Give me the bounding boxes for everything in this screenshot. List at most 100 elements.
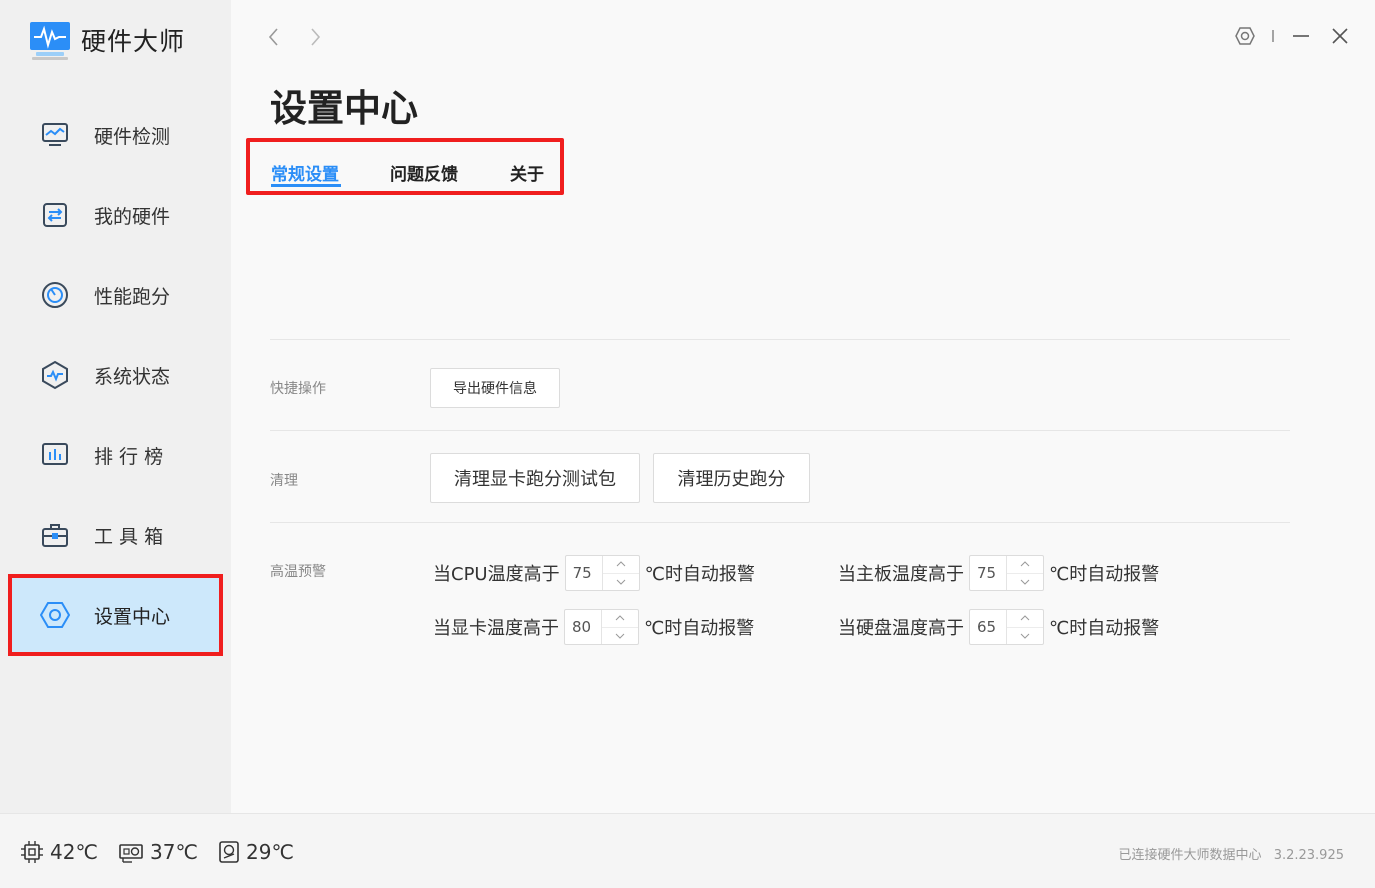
minimize-button[interactable] bbox=[1289, 24, 1313, 48]
sidebar-item-label: 工 具 箱 bbox=[94, 525, 164, 548]
sidebar-item-my-hardware[interactable]: 我的硬件 bbox=[12, 178, 219, 252]
disk-temp-status: 29℃ bbox=[218, 840, 294, 864]
disk-temp-warning: 当硬盘温度高于 65 ℃时自动报警 bbox=[838, 609, 1159, 645]
minimize-icon bbox=[1293, 35, 1309, 37]
title-divider bbox=[1261, 24, 1285, 48]
cpu-chip-icon bbox=[21, 841, 43, 863]
toolbox-icon bbox=[40, 520, 70, 550]
increment-button[interactable] bbox=[602, 556, 639, 574]
chevron-up-icon bbox=[615, 615, 625, 621]
graphics-card-icon bbox=[119, 844, 143, 863]
increment-button[interactable] bbox=[1007, 610, 1043, 628]
sidebar-item-label: 我的硬件 bbox=[94, 205, 171, 228]
hardware-board-icon bbox=[40, 200, 70, 230]
forward-button[interactable] bbox=[306, 26, 324, 48]
disk-temp-value[interactable]: 65 bbox=[970, 610, 1007, 644]
board-warning-suffix: ℃时自动报警 bbox=[1049, 564, 1160, 585]
decrement-button[interactable] bbox=[1007, 628, 1043, 645]
sidebar-item-hardware-detect[interactable]: 硬件检测 bbox=[12, 98, 219, 172]
board-temp-warning: 当主板温度高于 75 ℃时自动报警 bbox=[838, 555, 1159, 591]
active-tab-indicator bbox=[271, 184, 341, 187]
gpu-temp-stepper[interactable]: 80 bbox=[564, 609, 639, 645]
sidebar: 硬件大师 硬件检测 我的硬件 性能跑分 系统状态 排 行 榜 工 具 箱 设置中… bbox=[0, 0, 231, 813]
sidebar-item-settings[interactable]: 设置中心 bbox=[8, 574, 223, 656]
cpu-temp-stepper[interactable]: 75 bbox=[564, 555, 640, 591]
chevron-down-icon bbox=[1020, 633, 1030, 639]
disk-warning-suffix: ℃时自动报警 bbox=[1049, 618, 1160, 639]
chevron-down-icon bbox=[615, 633, 625, 639]
cpu-temp-warning: 当CPU温度高于 75 ℃时自动报警 bbox=[433, 555, 755, 591]
chevron-up-icon bbox=[616, 561, 625, 567]
cleanup-label: 清理 bbox=[270, 473, 298, 489]
sidebar-item-ranking[interactable]: 排 行 榜 bbox=[12, 418, 219, 492]
sidebar-item-benchmark[interactable]: 性能跑分 bbox=[12, 258, 219, 332]
gpu-warning-suffix: ℃时自动报警 bbox=[644, 618, 755, 639]
gear-icon bbox=[1235, 27, 1255, 45]
sidebar-item-toolbox[interactable]: 工 具 箱 bbox=[12, 498, 219, 572]
hexagon-pulse-icon bbox=[40, 360, 70, 390]
app-logo: 硬件大师 bbox=[28, 18, 185, 62]
decrement-button[interactable] bbox=[603, 574, 639, 591]
increment-button[interactable] bbox=[1007, 556, 1043, 574]
sidebar-item-label: 设置中心 bbox=[94, 605, 171, 628]
version-text: 3.2.23.925 bbox=[1273, 848, 1344, 863]
decrement-button[interactable] bbox=[602, 628, 638, 645]
app-logo-icon bbox=[30, 22, 70, 60]
chevron-up-icon bbox=[1020, 615, 1030, 621]
settings-tabs: 常规设置 问题反馈 关于 bbox=[246, 138, 564, 195]
monitor-chart-icon bbox=[40, 120, 70, 150]
decrement-button[interactable] bbox=[1007, 574, 1043, 591]
app-title: 硬件大师 bbox=[81, 27, 186, 56]
sidebar-item-system-status[interactable]: 系统状态 bbox=[12, 338, 219, 412]
connection-text: 已连接硬件大师数据中心 bbox=[1118, 848, 1262, 863]
cpu-warning-prefix: 当CPU温度高于 bbox=[433, 564, 560, 585]
clear-gpu-benchmark-package-button[interactable]: 清理显卡跑分测试包 bbox=[430, 453, 640, 503]
disk-temp-stepper[interactable]: 65 bbox=[969, 609, 1044, 645]
chevron-left-icon bbox=[268, 28, 278, 46]
export-hardware-info-button[interactable]: 导出硬件信息 bbox=[430, 368, 560, 408]
speedometer-icon bbox=[40, 280, 70, 310]
sidebar-item-label: 硬件检测 bbox=[94, 125, 171, 148]
close-button[interactable] bbox=[1328, 24, 1352, 48]
back-button[interactable] bbox=[265, 26, 283, 48]
settings-hexagon-icon bbox=[40, 600, 70, 630]
tab-feedback[interactable]: 问题反馈 bbox=[390, 160, 458, 185]
gpu-warning-prefix: 当显卡温度高于 bbox=[433, 618, 559, 639]
cpu-warning-suffix: ℃时自动报警 bbox=[644, 564, 755, 585]
chevron-right-icon bbox=[311, 28, 321, 46]
section-divider bbox=[270, 522, 1290, 523]
chevron-down-icon bbox=[1020, 579, 1030, 585]
board-warning-prefix: 当主板温度高于 bbox=[838, 564, 964, 585]
section-divider bbox=[270, 430, 1290, 431]
gpu-temp-status: 37℃ bbox=[118, 840, 198, 864]
sidebar-item-label: 排 行 榜 bbox=[94, 445, 164, 468]
hard-disk-icon bbox=[219, 841, 239, 863]
high-temp-warning-label: 高温预警 bbox=[270, 564, 326, 580]
status-bar: 42℃ 37℃ 29℃ 已连接硬件大师数据中心 3.2.23.925 bbox=[0, 813, 1375, 888]
sidebar-item-label: 性能跑分 bbox=[94, 285, 171, 308]
tab-about[interactable]: 关于 bbox=[510, 160, 544, 185]
clear-history-scores-button[interactable]: 清理历史跑分 bbox=[653, 453, 810, 503]
cpu-temp-value[interactable]: 75 bbox=[566, 556, 603, 590]
connection-status: 已连接硬件大师数据中心 3.2.23.925 bbox=[1119, 844, 1344, 863]
tab-general-settings[interactable]: 常规设置 bbox=[271, 160, 339, 185]
sidebar-item-label: 系统状态 bbox=[94, 365, 171, 388]
bar-ranking-icon bbox=[40, 440, 70, 470]
gpu-temp-value[interactable]: 80 bbox=[565, 610, 602, 644]
disk-warning-prefix: 当硬盘温度高于 bbox=[838, 618, 964, 639]
page-title: 设置中心 bbox=[270, 87, 418, 130]
cpu-temp-readout: 42℃ bbox=[50, 840, 98, 864]
chevron-up-icon bbox=[1020, 561, 1030, 567]
chevron-down-icon bbox=[616, 579, 625, 585]
gpu-temp-readout: 37℃ bbox=[150, 840, 198, 864]
section-divider bbox=[270, 339, 1290, 340]
increment-button[interactable] bbox=[602, 610, 638, 628]
gpu-temp-warning: 当显卡温度高于 80 ℃时自动报警 bbox=[433, 609, 754, 645]
cpu-temp-status: 42℃ bbox=[20, 840, 98, 864]
disk-temp-readout: 29℃ bbox=[246, 840, 294, 864]
board-temp-value[interactable]: 75 bbox=[970, 556, 1007, 590]
board-temp-stepper[interactable]: 75 bbox=[969, 555, 1044, 591]
settings-button[interactable] bbox=[1233, 24, 1257, 48]
shortcut-label: 快捷操作 bbox=[270, 381, 326, 397]
close-icon bbox=[1332, 28, 1348, 44]
